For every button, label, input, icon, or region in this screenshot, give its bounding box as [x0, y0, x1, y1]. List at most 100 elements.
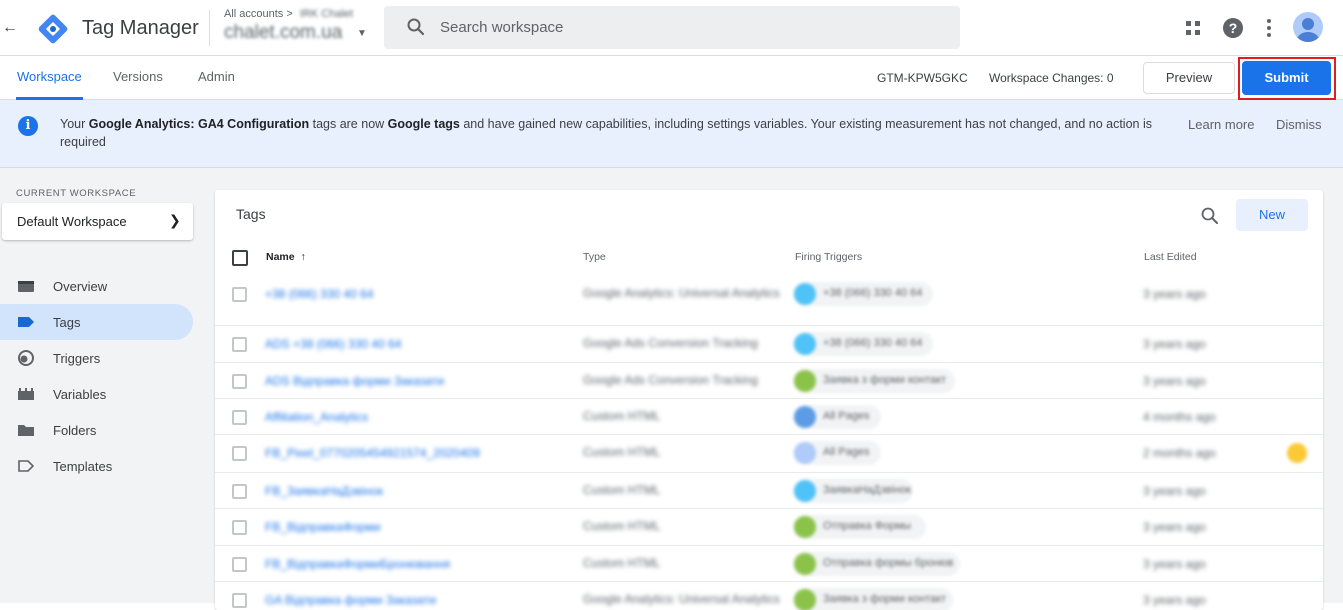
tag-type: Custom HTML	[583, 519, 661, 533]
new-tag-button[interactable]: New	[1236, 199, 1308, 231]
help-icon[interactable]: ?	[1221, 16, 1245, 40]
submit-button[interactable]: Submit	[1242, 61, 1331, 95]
trigger-chip[interactable]: All Pages	[793, 405, 881, 429]
row-checkbox[interactable]	[232, 410, 247, 425]
breadcrumb[interactable]: All accounts > IRK Chalet	[224, 8, 353, 20]
back-arrow-icon[interactable]: ←	[2, 18, 18, 38]
sidebar-item-triggers[interactable]: Triggers	[0, 340, 193, 376]
row-checkbox[interactable]	[232, 337, 247, 352]
tag-manager-logo[interactable]	[38, 14, 68, 44]
search-icon[interactable]	[406, 17, 426, 37]
chevron-right-icon[interactable]: ❯	[169, 212, 181, 229]
trigger-name: Отправка формы бронюв	[823, 557, 954, 569]
row-checkbox[interactable]	[232, 520, 247, 535]
row-checkbox[interactable]	[232, 593, 247, 608]
row-checkbox[interactable]	[232, 446, 247, 461]
column-header-type[interactable]: Type	[583, 251, 606, 263]
tab-admin[interactable]: Admin	[198, 69, 235, 84]
tab-versions[interactable]: Versions	[113, 69, 163, 84]
trigger-name: +38 (066) 330 40 64	[823, 337, 923, 349]
trigger-chip[interactable]: Заявка з форми контакт	[793, 588, 953, 610]
sidebar-item-templates[interactable]: Templates	[0, 448, 193, 484]
table-row[interactable]: ADS Відправка форми Заказати Google Ads C…	[215, 362, 1323, 399]
tag-type: Custom HTML	[583, 445, 661, 459]
search-bar[interactable]	[384, 6, 960, 49]
table-row[interactable]: GA Відправка форми Заказати Google Analyt…	[215, 581, 1323, 610]
apps-grid-icon[interactable]	[1181, 16, 1205, 40]
svg-text:?: ?	[1229, 20, 1238, 36]
avatar[interactable]	[1293, 12, 1323, 42]
trigger-type-icon	[794, 406, 816, 428]
tab-workspace[interactable]: Workspace	[17, 69, 82, 84]
sort-arrow-up-icon[interactable]: ↑	[301, 251, 306, 263]
last-edited: 3 years ago	[1143, 374, 1206, 388]
more-vert-icon[interactable]	[1257, 16, 1281, 40]
trigger-chip[interactable]: All Pages	[793, 441, 881, 465]
column-header-name[interactable]: Name ↑	[266, 251, 306, 263]
banner-text-1: Your	[60, 117, 89, 131]
tag-name-link[interactable]: FB_Pixel_0770205454921574_2020409	[265, 446, 480, 460]
last-edited: 3 years ago	[1143, 557, 1206, 571]
tag-name-link[interactable]: ADS +38 (066) 330 40 64	[265, 337, 401, 351]
column-header-last-edited[interactable]: Last Edited	[1144, 251, 1197, 263]
tag-name-link[interactable]: FB_ВідправкаФормиБронювання	[265, 557, 450, 571]
row-checkbox[interactable]	[232, 557, 247, 572]
last-edited: 3 years ago	[1143, 520, 1206, 534]
banner-bold-2: Google tags	[387, 117, 460, 131]
caret-down-icon[interactable]: ▼	[357, 28, 367, 39]
variables-icon	[18, 388, 34, 400]
tag-name-link[interactable]: Affiliation_Analytics	[265, 410, 368, 424]
preview-button[interactable]: Preview	[1143, 62, 1235, 94]
row-checkbox[interactable]	[232, 374, 247, 389]
row-checkbox[interactable]	[232, 484, 247, 499]
tag-name-link[interactable]: GA Відправка форми Заказати	[265, 593, 436, 607]
table-row[interactable]: FB_ВідправкаФорми Custom HTML Отправка Фор…	[215, 508, 1323, 545]
trigger-name: All Pages	[823, 446, 870, 458]
select-all-checkbox[interactable]	[232, 250, 248, 266]
trigger-chip[interactable]: Заявка з форми контакт	[793, 369, 955, 393]
trigger-chip[interactable]: Отправка формы бронюв	[793, 552, 960, 576]
row-checkbox[interactable]	[232, 287, 247, 302]
overview-icon	[18, 281, 34, 292]
banner-text-2: tags are now	[309, 117, 388, 131]
search-input[interactable]	[440, 6, 940, 49]
sidebar-item-tags[interactable]: Tags	[0, 304, 193, 340]
breadcrumb-account[interactable]: IRK Chalet	[300, 8, 353, 20]
table-row[interactable]: +38 (066) 330 40 64 Google Analytics: Uni…	[215, 270, 1323, 326]
header-divider	[209, 10, 210, 46]
breadcrumb-separator: >	[286, 8, 293, 20]
banner-message: Your Google Analytics: GA4 Configuration…	[60, 115, 1180, 151]
table-row[interactable]: FB_ВідправкаФормиБронювання Custom HTML От…	[215, 545, 1323, 582]
trigger-chip[interactable]: Отправка Формы	[793, 515, 926, 539]
tag-name-link[interactable]: FB_ЗаявкаНаДзвінок	[265, 484, 383, 498]
column-header-firing-triggers[interactable]: Firing Triggers	[795, 251, 862, 263]
container-id[interactable]: GTM-KPW5GKC	[877, 71, 968, 85]
trigger-type-icon	[794, 553, 816, 575]
breadcrumb-all-accounts[interactable]: All accounts	[224, 8, 283, 20]
tag-name-link[interactable]: +38 (066) 330 40 64	[265, 287, 373, 301]
table-row[interactable]: ADS +38 (066) 330 40 64 Google Ads Conver…	[215, 325, 1323, 362]
sidebar-item-overview[interactable]: Overview	[0, 268, 193, 304]
sidebar-item-variables[interactable]: Variables	[0, 376, 193, 412]
tag-name-link[interactable]: ADS Відправка форми Заказати	[265, 374, 444, 388]
trigger-type-icon	[794, 480, 816, 502]
table-row[interactable]: FB_Pixel_0770205454921574_2020409 Custom …	[215, 434, 1323, 471]
workspace-changes[interactable]: Workspace Changes: 0	[989, 71, 1114, 85]
tag-name-link[interactable]: FB_ВідправкаФорми	[265, 520, 381, 534]
folder-icon	[18, 425, 34, 436]
sidebar-item-folders[interactable]: Folders	[0, 412, 193, 448]
container-selector[interactable]: chalet.com.ua	[224, 22, 342, 44]
table-row[interactable]: FB_ЗаявкаНаДзвінок Custom HTML ЗаявкаНаДзв…	[215, 472, 1323, 509]
trigger-chip[interactable]: +38 (066) 330 40 64	[793, 332, 933, 356]
workspace-subnav: Workspace Versions Admin GTM-KPW5GKC Wor…	[0, 57, 1343, 100]
dismiss-button[interactable]: Dismiss	[1276, 117, 1322, 132]
workspace-selector[interactable]: Default Workspace ❯	[2, 203, 193, 240]
workspace-name[interactable]: Default Workspace	[17, 214, 127, 229]
trigger-chip[interactable]: ЗаявкаНаДзвінок	[793, 479, 913, 503]
search-icon[interactable]	[1200, 206, 1220, 226]
last-edited: 3 years ago	[1143, 287, 1206, 301]
trigger-chip[interactable]: +38 (066) 330 40 64	[793, 282, 933, 306]
trigger-type-icon	[794, 589, 816, 610]
table-row[interactable]: Affiliation_Analytics Custom HTML All Page…	[215, 398, 1323, 435]
learn-more-link[interactable]: Learn more	[1188, 117, 1254, 132]
